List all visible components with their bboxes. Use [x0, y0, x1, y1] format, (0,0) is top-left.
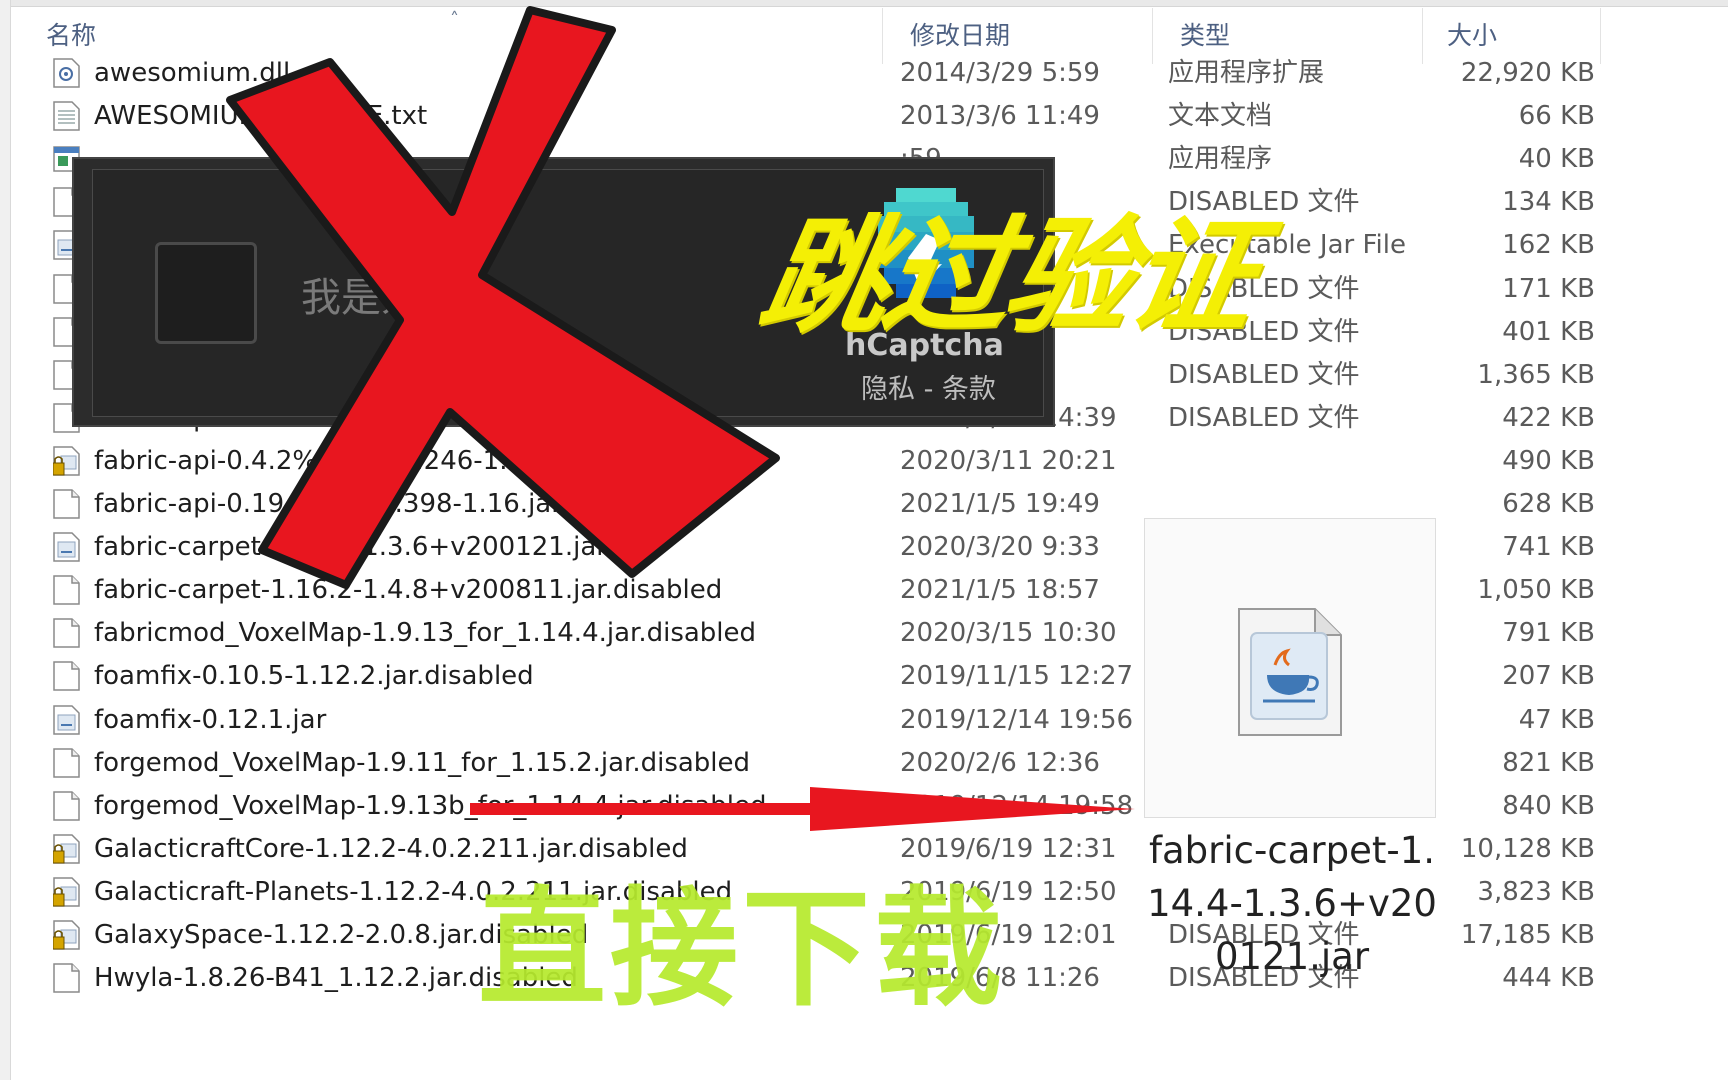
file-modified-date: 2019/11/15 12:27	[900, 661, 1134, 692]
jar-lock-icon	[52, 834, 80, 864]
file-size: 741 KB	[1502, 532, 1595, 563]
file-size: 422 KB	[1502, 402, 1595, 433]
file-size: 134 KB	[1502, 187, 1595, 218]
skip-verification-overlay-text: 跳过验证	[750, 203, 1265, 350]
file-icon	[53, 575, 80, 605]
file-size: 66 KB	[1518, 101, 1595, 132]
file-size: 22,920 KB	[1460, 58, 1595, 88]
file-icon	[53, 661, 80, 692]
file-type: 应用程序扩展	[1168, 58, 1325, 88]
file-type: 文本文档	[1168, 101, 1273, 132]
jar-icon	[53, 532, 80, 562]
file-name: fabricmod_VoxelMap-1.9.13_for_1.14.4.jar…	[94, 618, 757, 649]
file-modified-date: 2020/2/6 12:36	[900, 747, 1100, 778]
file-size: 1,050 KB	[1477, 575, 1595, 606]
jar-lock-icon	[52, 920, 80, 950]
file-modified-date: 2020/3/15 10:30	[900, 618, 1117, 649]
file-size: 3,823 KB	[1477, 876, 1595, 907]
file-modified-date: 2014/3/29 5:59	[900, 58, 1100, 88]
red-x-mark-icon	[226, 6, 780, 589]
file-size: 47 KB	[1518, 704, 1595, 735]
file-name: foamfix-0.12.1.jar	[94, 704, 327, 735]
file-size: 840 KB	[1502, 790, 1595, 821]
file-modified-date: 2019/12/14 19:56	[900, 704, 1134, 735]
file-size: 162 KB	[1502, 230, 1595, 261]
file-modified-date: 2013/3/6 11:49	[900, 101, 1100, 132]
jar-icon	[53, 704, 80, 735]
file-size: 171 KB	[1502, 273, 1595, 304]
file-size: 401 KB	[1502, 316, 1595, 347]
direct-download-overlay-text: 直接下载	[478, 875, 1007, 1024]
file-size: 207 KB	[1502, 661, 1595, 692]
file-type: DISABLED 文件	[1168, 402, 1360, 433]
file-size: 628 KB	[1502, 489, 1595, 519]
text-file-icon	[53, 101, 80, 131]
file-size: 10,128 KB	[1460, 833, 1595, 864]
file-size: 821 KB	[1502, 747, 1595, 778]
java-jar-file-icon	[1238, 608, 1342, 736]
file-modified-date: 2020/3/20 9:33	[900, 532, 1100, 563]
dll-icon	[53, 58, 80, 88]
column-header-name-label: 名称	[46, 21, 97, 50]
file-size: 791 KB	[1502, 618, 1595, 649]
file-modified-date: 2021/1/5 19:49	[900, 489, 1100, 519]
file-icon	[53, 790, 80, 821]
file-size: 444 KB	[1502, 963, 1595, 994]
file-type: DISABLED 文件	[1168, 359, 1360, 390]
file-size: 17,185 KB	[1460, 920, 1595, 950]
file-size: 490 KB	[1502, 445, 1595, 476]
file-name: forgemod_VoxelMap-1.9.11_for_1.15.2.jar.…	[94, 747, 751, 778]
file-size: 40 KB	[1518, 144, 1595, 175]
file-modified-date: 2021/1/5 18:57	[900, 575, 1100, 606]
file-size: 1,365 KB	[1477, 359, 1595, 390]
file-name: foamfix-0.10.5-1.12.2.jar.disabled	[94, 661, 534, 692]
file-icon	[53, 747, 80, 778]
preview-filename: fabric-carpet-1.14.4-1.3.6+v200121.jar	[1147, 829, 1437, 978]
file-modified-date: 2020/3/11 20:21	[900, 445, 1117, 476]
column-header-date-label: 修改日期	[910, 21, 1011, 50]
file-icon	[53, 618, 80, 649]
jar-lock-icon	[52, 877, 80, 907]
file-icon	[53, 963, 80, 993]
preview-pane	[1144, 518, 1436, 818]
file-icon	[53, 489, 80, 519]
column-header-type-label: 类型	[1180, 21, 1231, 50]
red-arrow-annotation	[470, 787, 1135, 831]
column-header-size-label: 大小	[1447, 21, 1498, 50]
jar-lock-icon	[52, 446, 80, 476]
captcha-privacy-terms-links[interactable]: 隐私 - 条款	[861, 367, 996, 406]
